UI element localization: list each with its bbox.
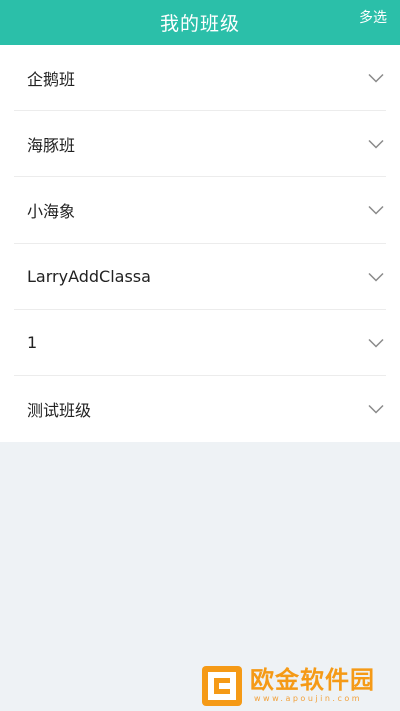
class-list: 企鹅班 海豚班 小海象 LarryAddClassa 1 测试班级 — [0, 45, 400, 442]
watermark-url: www.apoujin.com — [254, 694, 363, 703]
watermark-char: 件 — [325, 666, 349, 694]
class-name: 海豚班 — [27, 136, 76, 156]
class-row[interactable]: 海豚班 — [0, 111, 400, 178]
chevron-down-icon[interactable] — [368, 139, 384, 149]
class-row[interactable]: 企鹅班 — [0, 45, 400, 112]
chevron-down-icon[interactable] — [368, 338, 384, 348]
chevron-down-icon[interactable] — [368, 205, 384, 216]
watermark-text: 欧 金 软 件 园 www.apoujin.com — [250, 664, 374, 703]
class-name: 测试班级 — [27, 401, 92, 421]
class-row[interactable]: 1 — [0, 310, 400, 376]
chevron-down-icon[interactable] — [368, 404, 384, 414]
class-name: 企鹅班 — [27, 70, 76, 90]
class-name: LarryAddClassa — [27, 267, 151, 287]
watermark-logo-icon — [202, 666, 242, 706]
page-title: 我的班级 — [159, 13, 240, 35]
class-name: 1 — [27, 333, 38, 353]
chevron-down-icon[interactable] — [368, 272, 384, 282]
watermark-brand: 欧 金 软 件 园 — [250, 666, 374, 694]
watermark: 欧 金 软 件 园 www.apoujin.com — [200, 664, 396, 711]
watermark-char: 欧 — [250, 666, 274, 694]
class-row[interactable]: 小海象 — [0, 177, 400, 244]
chevron-down-icon[interactable] — [368, 73, 384, 83]
watermark-char: 软 — [300, 666, 324, 694]
watermark-char: 金 — [275, 666, 299, 694]
class-row[interactable]: LarryAddClassa — [0, 244, 400, 310]
class-row[interactable]: 测试班级 — [0, 376, 400, 442]
class-name: 小海象 — [27, 202, 76, 222]
top-bar: 我的班级 多选 — [0, 0, 400, 45]
multi-select-button[interactable]: 多选 — [359, 7, 387, 27]
watermark-char: 园 — [350, 666, 374, 694]
